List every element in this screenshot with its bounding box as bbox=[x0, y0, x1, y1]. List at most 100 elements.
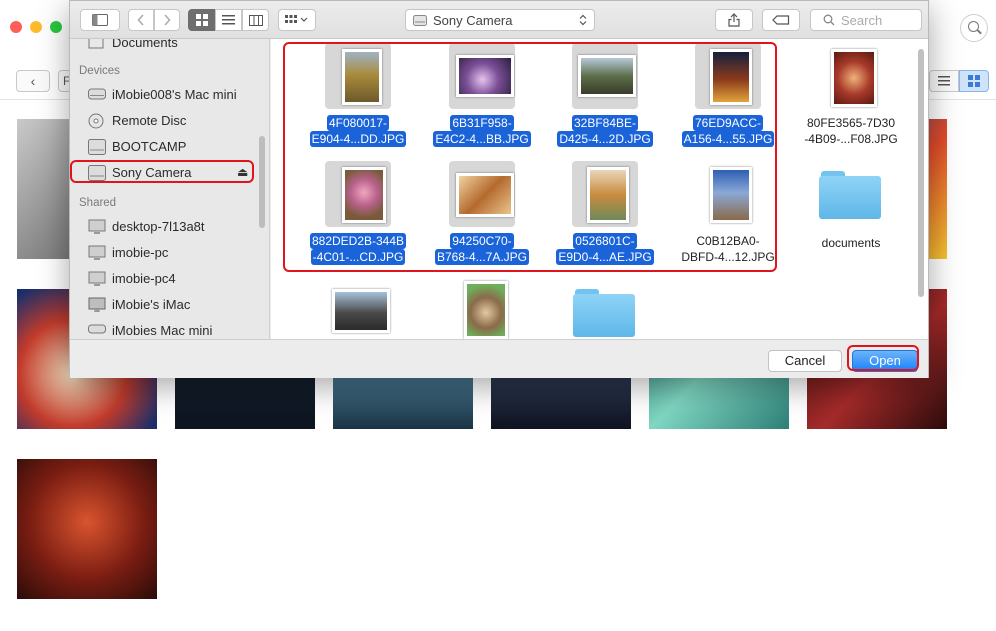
edit-tags-button[interactable] bbox=[762, 9, 800, 31]
monitor-icon bbox=[88, 245, 106, 260]
open-file-dialog: Sony Camera Search Documents Devices iMo… bbox=[69, 0, 929, 378]
chevron-left-icon bbox=[137, 14, 144, 26]
background-photo-tile[interactable] bbox=[17, 459, 157, 599]
background-back-button[interactable]: ‹ bbox=[16, 70, 50, 92]
photo-thumbnail bbox=[710, 49, 752, 105]
folder-icon bbox=[573, 289, 635, 337]
photo-thumbnail bbox=[587, 167, 629, 223]
drive-icon bbox=[88, 87, 106, 101]
file-item[interactable]: 4F080017- E904-4...DD.JPG bbox=[298, 39, 418, 157]
file-caption: documents bbox=[821, 236, 881, 250]
mac-mini-icon bbox=[88, 323, 106, 337]
sidebar-item-label: Documents bbox=[112, 39, 178, 50]
sidebar-item-shared[interactable]: imobie-pc4 bbox=[70, 266, 262, 290]
photo-thumbnail bbox=[578, 55, 636, 97]
search-placeholder: Search bbox=[841, 12, 883, 28]
file-item[interactable]: 32BF84BE- D425-4...2D.JPG bbox=[545, 39, 665, 157]
drive-icon bbox=[88, 139, 106, 155]
sidebar-item-label: Remote Disc bbox=[112, 112, 187, 128]
sidebar-item-device[interactable]: BOOTCAMP bbox=[70, 134, 262, 158]
back-button[interactable] bbox=[128, 9, 154, 31]
folder-icon bbox=[819, 171, 881, 219]
sidebar: Documents Devices iMobie008's Mac mini R… bbox=[70, 39, 270, 339]
file-caption: 76ED9ACC- A156-4...55.JPG bbox=[681, 115, 775, 147]
search-input[interactable]: Search bbox=[810, 9, 922, 31]
sidebar-item-shared[interactable]: iMobies Mac mini bbox=[70, 318, 262, 339]
background-grid-view-button[interactable] bbox=[959, 70, 989, 92]
drive-icon bbox=[88, 165, 106, 181]
file-item[interactable]: 882DED2B-344B -4C01-...CD.JPG bbox=[298, 157, 418, 275]
file-caption: 882DED2B-344B -4C01-...CD.JPG bbox=[309, 233, 407, 265]
icon-view-button[interactable] bbox=[188, 9, 215, 31]
sidebar-item-label: imobie-pc4 bbox=[112, 270, 176, 286]
column-view-button[interactable] bbox=[242, 9, 269, 31]
list-view-icon bbox=[222, 15, 235, 25]
photo-thumbnail bbox=[342, 49, 382, 105]
eject-icon[interactable]: ⏏ bbox=[237, 165, 248, 179]
sidebar-item-sony-camera[interactable]: Sony Camera ⏏ bbox=[70, 160, 262, 184]
file-item[interactable]: 94250C70- B768-4...7A.JPG bbox=[422, 157, 542, 275]
sidebar-scrollbar[interactable] bbox=[259, 136, 265, 228]
share-button[interactable] bbox=[715, 9, 753, 31]
search-icon bbox=[823, 14, 835, 26]
list-view-icon bbox=[938, 76, 950, 86]
folder-item[interactable] bbox=[545, 275, 665, 339]
open-button[interactable]: Open bbox=[852, 350, 918, 372]
sidebar-item-documents[interactable]: Documents bbox=[70, 39, 262, 54]
minimize-window-button[interactable] bbox=[30, 21, 42, 33]
background-search-icon[interactable] bbox=[960, 14, 988, 42]
sidebar-item-label: Sony Camera bbox=[112, 164, 192, 180]
chevron-right-icon bbox=[164, 14, 171, 26]
sidebar-item-shared[interactable]: imobie-pc bbox=[70, 240, 262, 264]
sidebar-item-device[interactable]: Remote Disc bbox=[70, 108, 262, 132]
file-item[interactable]: C0B12BA0- DBFD-4...12.JPG bbox=[668, 157, 788, 275]
file-item[interactable]: 6B31F958- E4C2-4...BB.JPG bbox=[422, 39, 542, 157]
list-view-button[interactable] bbox=[215, 9, 242, 31]
sidebar-item-shared[interactable]: iMobie's iMac bbox=[70, 292, 262, 316]
photo-thumbnail bbox=[332, 289, 390, 333]
photo-thumbnail bbox=[464, 281, 508, 339]
sidebar-item-label: imobie-pc bbox=[112, 244, 169, 260]
file-item[interactable]: 0526801C- E9D0-4...AE.JPG bbox=[545, 157, 665, 275]
sidebar-item-label: iMobie008's Mac mini bbox=[112, 86, 237, 102]
drive-icon bbox=[413, 14, 427, 26]
arrange-button[interactable] bbox=[278, 9, 316, 31]
file-caption: 0526801C- E9D0-4...AE.JPG bbox=[556, 233, 654, 265]
dialog-button-bar: Cancel Open bbox=[70, 339, 928, 378]
arrange-icon bbox=[285, 15, 308, 23]
devices-header: Devices bbox=[79, 65, 120, 77]
file-caption: 6B31F958- E4C2-4...BB.JPG bbox=[433, 115, 531, 147]
file-caption: 32BF84BE- D425-4...2D.JPG bbox=[557, 115, 653, 147]
sidebar-item-shared[interactable]: desktop-7l13a8t bbox=[70, 214, 262, 238]
sidebar-icon bbox=[92, 14, 108, 26]
files-scrollbar[interactable] bbox=[918, 49, 924, 297]
file-item[interactable]: 76ED9ACC- A156-4...55.JPG bbox=[668, 39, 788, 157]
toggle-sidebar-button[interactable] bbox=[80, 9, 120, 31]
photo-thumbnail bbox=[456, 173, 514, 217]
share-icon bbox=[728, 13, 740, 27]
sidebar-item-label: desktop-7l13a8t bbox=[112, 218, 205, 234]
background-list-view-button[interactable] bbox=[929, 70, 959, 92]
file-caption: C0B12BA0- DBFD-4...12.JPG bbox=[681, 234, 775, 264]
documents-folder-icon bbox=[88, 39, 106, 49]
file-browser: 4F080017- E904-4...DD.JPG 6B31F958- E4C2-4… bbox=[271, 39, 928, 339]
photo-thumbnail bbox=[831, 49, 877, 107]
location-popup[interactable]: Sony Camera bbox=[405, 9, 595, 31]
updown-chevron-icon bbox=[579, 14, 587, 26]
file-item[interactable] bbox=[298, 275, 418, 339]
cancel-button[interactable]: Cancel bbox=[768, 350, 842, 372]
file-item[interactable] bbox=[422, 275, 542, 339]
forward-button[interactable] bbox=[154, 9, 180, 31]
file-item[interactable]: 80FE3565-7D30 -4B09-...F08.JPG bbox=[791, 39, 911, 157]
sidebar-item-device[interactable]: iMobie008's Mac mini bbox=[70, 82, 262, 106]
close-window-button[interactable] bbox=[10, 21, 22, 33]
shared-header: Shared bbox=[79, 197, 117, 209]
sidebar-item-label: BOOTCAMP bbox=[112, 138, 187, 154]
folder-item-documents[interactable]: documents bbox=[791, 157, 911, 275]
disc-icon bbox=[88, 113, 106, 129]
column-view-icon bbox=[248, 14, 263, 26]
photo-thumbnail bbox=[710, 167, 752, 223]
zoom-window-button[interactable] bbox=[50, 21, 62, 33]
photo-thumbnail bbox=[342, 167, 386, 223]
monitor-icon bbox=[88, 271, 106, 286]
